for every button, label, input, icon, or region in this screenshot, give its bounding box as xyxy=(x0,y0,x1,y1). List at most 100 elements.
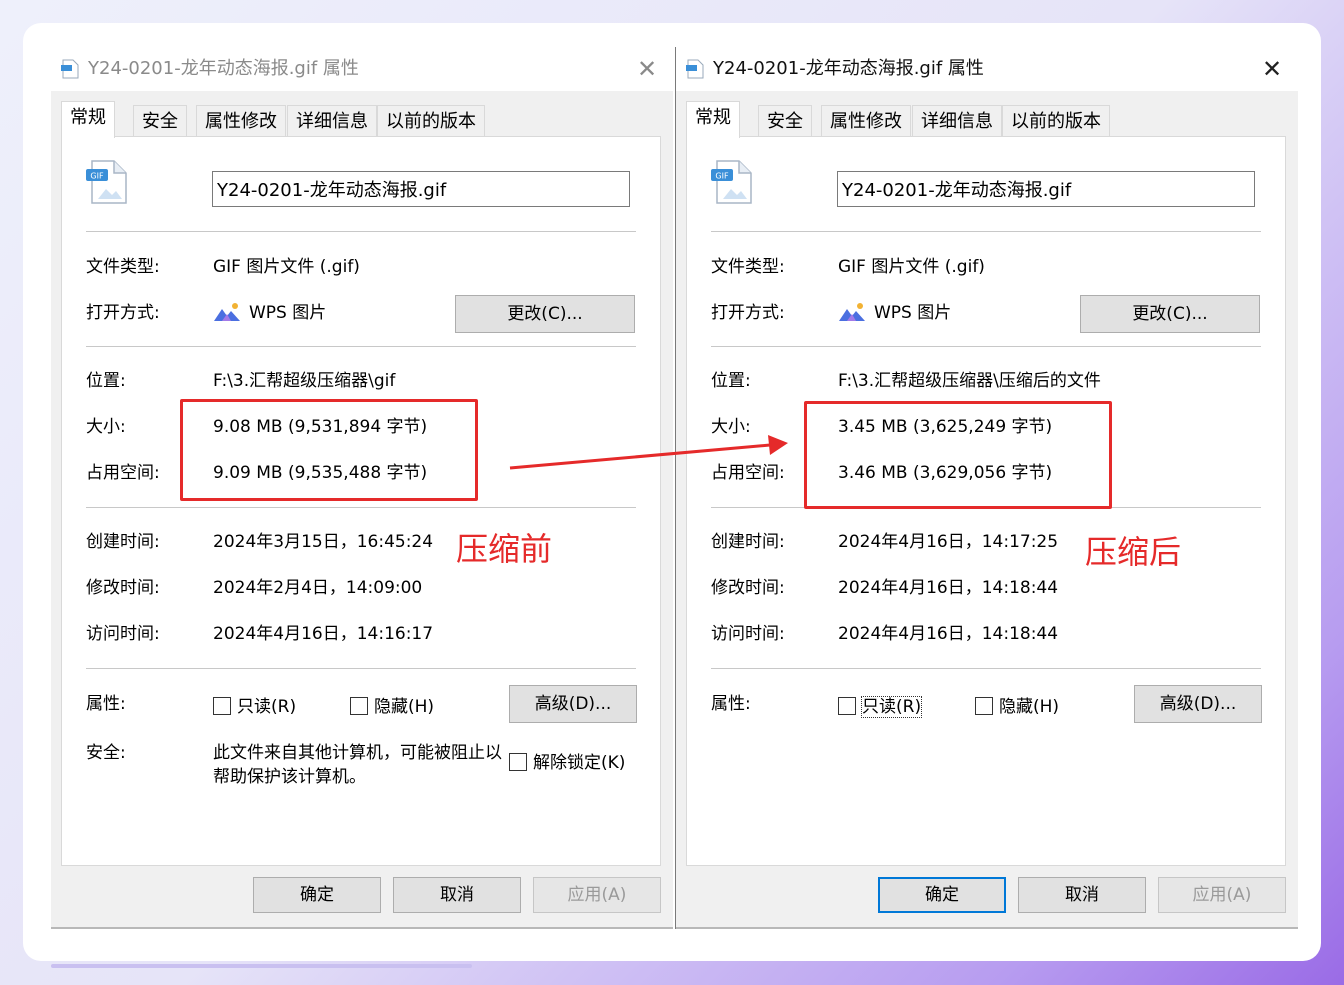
change-button[interactable]: 更改(C)... xyxy=(455,295,635,333)
divider xyxy=(51,927,673,929)
gif-badge-text: GIF xyxy=(90,172,104,181)
advanced-button[interactable]: 高级(D)... xyxy=(509,685,637,723)
gif-badge-text: GIF xyxy=(715,172,729,181)
tab-previous-versions[interactable]: 以前的版本 xyxy=(1002,105,1110,137)
security-message: 此文件来自其他计算机，可能被阻止以帮助保护该计算机。 xyxy=(213,743,502,787)
modified-value: 2024年2月4日，14:09:00 xyxy=(213,578,423,598)
file-type-label: 文件类型: xyxy=(86,257,160,277)
open-with-value: WPS 图片 xyxy=(213,301,326,325)
created-value: 2024年3月15日，16:45:24 xyxy=(213,532,434,552)
readonly-checkbox[interactable]: 只读(R) xyxy=(213,695,296,719)
separator xyxy=(86,507,636,508)
created-label: 创建时间: xyxy=(86,532,160,552)
tab-attribute-edit[interactable]: 属性修改 xyxy=(821,105,911,137)
checkbox-box[interactable] xyxy=(509,753,527,771)
security-label: 安全: xyxy=(86,743,126,763)
unblock-label: 解除锁定(K) xyxy=(533,753,626,773)
open-with-label: 打开方式: xyxy=(86,303,160,323)
location-label: 位置: xyxy=(86,371,126,391)
modified-label: 修改时间: xyxy=(86,578,160,598)
advanced-button[interactable]: 高级(D)... xyxy=(1134,685,1262,723)
title-bar: Y24-0201-龙年动态海报.gif 属性 ✕ xyxy=(676,47,1298,91)
ok-button[interactable]: 确定 xyxy=(878,877,1006,913)
location-value: F:\3.汇帮超级压缩器\压缩后的文件 xyxy=(838,371,1101,391)
readonly-label: 只读(R) xyxy=(237,697,297,717)
tab-details[interactable]: 详细信息 xyxy=(912,105,1002,137)
tab-security[interactable]: 安全 xyxy=(758,105,812,137)
attributes-label: 属性: xyxy=(86,694,126,714)
tab-previous-versions[interactable]: 以前的版本 xyxy=(377,105,485,137)
accessed-value: 2024年4月16日，14:16:17 xyxy=(213,624,434,644)
checkbox-box[interactable] xyxy=(975,697,993,715)
apply-button[interactable]: 应用(A) xyxy=(1158,877,1286,913)
label-before: 压缩前 xyxy=(456,530,553,568)
gif-file-icon: GIF xyxy=(86,160,127,204)
created-label: 创建时间: xyxy=(711,532,785,552)
unblock-checkbox[interactable]: 解除锁定(K) xyxy=(509,751,625,775)
wps-picture-icon xyxy=(839,303,865,321)
close-icon[interactable]: ✕ xyxy=(1258,55,1286,83)
size-label: 大小: xyxy=(86,417,126,437)
modified-value: 2024年4月16日，14:18:44 xyxy=(838,578,1059,598)
disk-size-label: 占用空间: xyxy=(711,463,785,483)
gif-file-icon xyxy=(686,59,704,79)
checkbox-box[interactable] xyxy=(213,697,231,715)
close-icon[interactable]: ✕ xyxy=(633,55,661,83)
tab-details[interactable]: 详细信息 xyxy=(287,105,377,137)
separator xyxy=(711,346,1261,347)
hidden-label: 隐藏(H) xyxy=(374,697,435,717)
separator xyxy=(86,231,636,232)
checkbox-box[interactable] xyxy=(350,697,368,715)
attributes-label: 属性: xyxy=(711,694,751,714)
cancel-button[interactable]: 取消 xyxy=(393,877,521,913)
wps-picture-icon xyxy=(214,303,240,321)
open-with-app-name: WPS 图片 xyxy=(249,303,327,323)
file-type-value: GIF 图片文件 (.gif) xyxy=(213,257,360,277)
cancel-button[interactable]: 取消 xyxy=(1018,877,1146,913)
general-panel: GIF 文件类型: GIF 图片文件 (.gif) 打开方式: WPS 图片 更… xyxy=(61,136,661,866)
tab-general[interactable]: 常规 xyxy=(686,101,740,138)
location-label: 位置: xyxy=(711,371,751,391)
gif-file-icon xyxy=(61,59,79,79)
created-value: 2024年4月16日，14:17:25 xyxy=(838,532,1059,552)
accessed-label: 访问时间: xyxy=(711,624,785,644)
open-with-label: 打开方式: xyxy=(711,303,785,323)
file-name-field[interactable] xyxy=(212,171,630,207)
checkbox-box[interactable] xyxy=(838,697,856,715)
accessed-value: 2024年4月16日，14:18:44 xyxy=(838,624,1059,644)
disk-size-label: 占用空间: xyxy=(86,463,160,483)
tab-attribute-edit[interactable]: 属性修改 xyxy=(196,105,286,137)
file-type-label: 文件类型: xyxy=(711,257,785,277)
readonly-label: 只读(R) xyxy=(860,696,923,718)
separator xyxy=(711,231,1261,232)
tab-general[interactable]: 常规 xyxy=(61,101,115,138)
file-name-field[interactable] xyxy=(837,171,1255,207)
window-title: Y24-0201-龙年动态海报.gif 属性 xyxy=(88,58,359,79)
file-type-value: GIF 图片文件 (.gif) xyxy=(838,257,985,277)
highlight-box-before xyxy=(180,399,478,501)
modified-label: 修改时间: xyxy=(711,578,785,598)
open-with-value: WPS 图片 xyxy=(838,301,951,325)
separator xyxy=(86,668,636,669)
title-bar: Y24-0201-龙年动态海报.gif 属性 ✕ xyxy=(51,47,673,91)
readonly-checkbox[interactable]: 只读(R) xyxy=(838,695,923,719)
accessed-label: 访问时间: xyxy=(86,624,160,644)
gif-file-icon: GIF xyxy=(711,160,752,204)
apply-button[interactable]: 应用(A) xyxy=(533,877,661,913)
separator xyxy=(711,668,1261,669)
ok-button[interactable]: 确定 xyxy=(253,877,381,913)
scroll-indicator xyxy=(51,964,472,968)
label-after: 压缩后 xyxy=(1085,533,1182,571)
separator xyxy=(86,346,636,347)
open-with-app-name: WPS 图片 xyxy=(874,303,952,323)
change-button[interactable]: 更改(C)... xyxy=(1080,295,1260,333)
tab-security[interactable]: 安全 xyxy=(133,105,187,137)
hidden-checkbox[interactable]: 隐藏(H) xyxy=(350,695,434,719)
highlight-box-after xyxy=(804,401,1112,509)
hidden-label: 隐藏(H) xyxy=(999,697,1060,717)
size-label: 大小: xyxy=(711,417,751,437)
divider xyxy=(676,927,1298,929)
location-value: F:\3.汇帮超级压缩器\gif xyxy=(213,371,396,391)
window-title: Y24-0201-龙年动态海报.gif 属性 xyxy=(713,58,984,79)
hidden-checkbox[interactable]: 隐藏(H) xyxy=(975,695,1059,719)
